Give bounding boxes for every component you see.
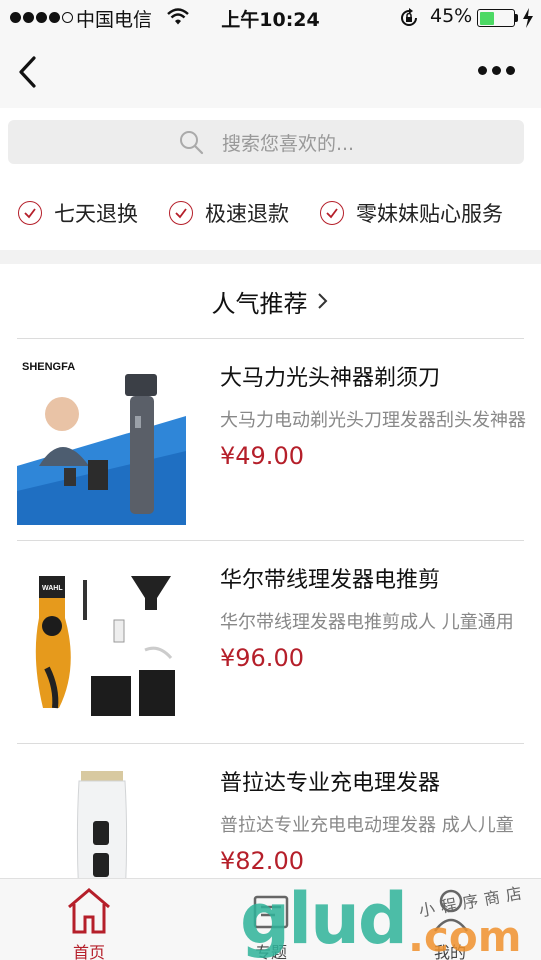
tab-bar: 首页 专题 我的: [0, 878, 541, 960]
tab-me[interactable]: 我的: [390, 879, 510, 960]
search-icon: [179, 131, 204, 155]
back-button[interactable]: [14, 52, 44, 92]
tab-me-label: 我的: [433, 943, 466, 960]
product-card[interactable]: SHENGFA 大马力光头神器剃须刀 大马力电动剃光头刀理发器刮头发神器 ¥49…: [0, 338, 541, 540]
battery-icon: [477, 9, 515, 27]
charging-bolt-icon: [522, 8, 534, 33]
guarantee-item: 极速退款: [169, 198, 289, 228]
battery-percentage: 45%: [430, 5, 473, 27]
product-image: WAHL: [17, 558, 186, 727]
chevron-right-icon: [317, 293, 327, 309]
section-header-popular[interactable]: 人气推荐: [0, 264, 541, 338]
guarantee-item: 零妹妹贴心服务: [320, 198, 503, 228]
product-brand: WAHL: [42, 585, 63, 592]
tab-home[interactable]: 首页: [29, 879, 149, 960]
guarantee-item: 七天退换: [18, 198, 138, 228]
search-section: 搜索您喜欢的...: [0, 108, 541, 174]
topic-icon: [253, 895, 289, 929]
check-circle-icon: [169, 201, 193, 225]
check-circle-icon: [320, 201, 344, 225]
tab-topic[interactable]: 专题: [211, 879, 331, 960]
nav-bar: [0, 36, 541, 108]
guarantee-label: 极速退款: [205, 202, 289, 226]
guarantee-label: 七天退换: [54, 202, 138, 226]
product-brand: SHENGFA: [22, 361, 75, 373]
user-icon: [433, 889, 469, 932]
home-icon: [68, 888, 110, 934]
search-input[interactable]: 搜索您喜欢的...: [8, 120, 524, 164]
product-title: 华尔带线理发器电推剪: [220, 568, 441, 593]
product-title: 大马力光头神器剃须刀: [220, 366, 441, 391]
check-circle-icon: [18, 201, 42, 225]
service-guarantees: 七天退换 极速退款 零妹妹贴心服务: [0, 174, 541, 250]
tab-topic-label: 专题: [254, 943, 287, 960]
product-title: 普拉达专业充电理发器: [220, 771, 441, 796]
status-bar: 中国电信 上午10:24 45%: [0, 0, 541, 36]
product-description: 大马力电动剃光头刀理发器刮头发神器: [220, 410, 526, 431]
section-title: 人气推荐: [211, 289, 308, 318]
product-card[interactable]: WAHL 华尔带线理发器电推剪 华尔带线理发器电推剪成人 儿童通用 ¥96.00: [0, 540, 541, 742]
more-button[interactable]: [478, 66, 515, 75]
chevron-left-icon: [19, 56, 36, 88]
more-dots-icon: [478, 66, 487, 75]
product-price: ¥49.00: [220, 442, 304, 470]
battery-tip: [515, 14, 518, 22]
product-price: ¥82.00: [220, 847, 304, 875]
product-description: 华尔带线理发器电推剪成人 儿童通用: [220, 612, 514, 633]
section-separator: [0, 250, 541, 264]
product-image: SHENGFA: [17, 356, 186, 525]
guarantee-label: 零妹妹贴心服务: [356, 202, 503, 226]
product-price: ¥96.00: [220, 644, 304, 672]
rotation-lock-icon: [398, 7, 420, 34]
tab-home-label: 首页: [72, 943, 105, 960]
search-placeholder: 搜索您喜欢的...: [221, 132, 355, 155]
product-description: 普拉达专业充电电动理发器 成人儿童: [220, 815, 514, 836]
